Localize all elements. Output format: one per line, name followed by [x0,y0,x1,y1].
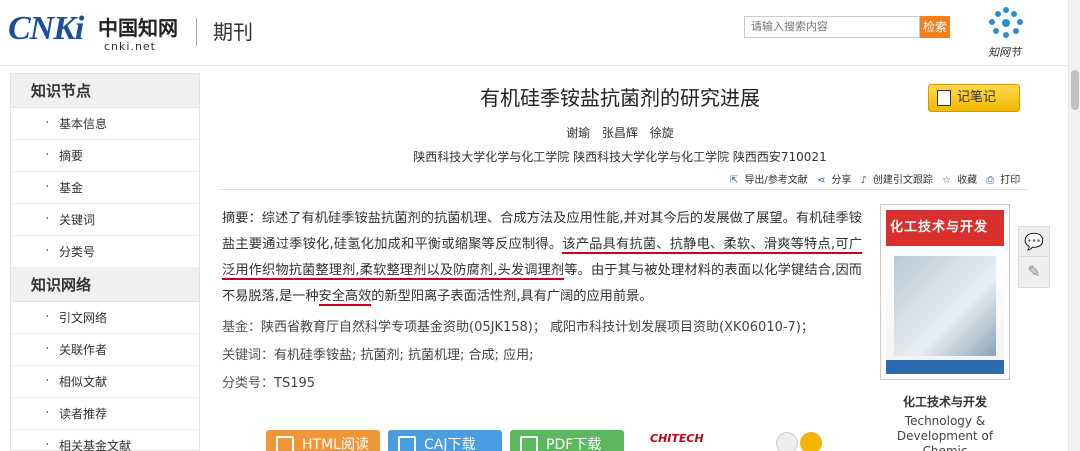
lightning-icon[interactable] [800,432,822,451]
fund-value[interactable]: 陕西省教育厅自然科学专项基金资助(05JK158)； 咸阳市科技计划发展项目资助… [261,320,814,335]
search-input[interactable] [744,16,920,38]
share-link[interactable]: 分享 [831,175,851,186]
header: CNKi 中国知网 cnki.net 期刊 检索 知网节 [0,0,1080,66]
mobile-icon[interactable] [776,432,798,451]
keywords-row: 关键词：有机硅季铵盐; 抗菌剂; 抗菌机理; 合成; 应用; [222,344,533,363]
header-divider [196,18,197,46]
sidebar-item-fund[interactable]: 基金 [11,171,199,204]
journal-name-en[interactable]: Technology & Development of Chemic [880,414,1010,451]
fund-row: 基金：陕西省教育厅自然科学专项基金资助(05JK158)； 咸阳市科技计划发展项… [222,316,814,335]
article-affiliation[interactable]: 陕西科技大学化学与化工学院 陕西科技大学化学与化工学院 陕西西安710021 [340,148,900,165]
cover-bar [886,360,1004,374]
pencil-icon[interactable]: ✎ [1018,256,1050,288]
divider [218,189,1028,190]
page-scrollbar[interactable] [1068,0,1080,451]
article-toolbar: ⇱ 导出/参考文献 ⋖ 分享 ♪ 创建引文跟踪 ☆ 收藏 ⎙ 打印 [730,171,1026,186]
sidebar-item-classification[interactable]: 分类号 [11,235,199,268]
sidebar-item-similar-papers[interactable]: 相似文献 [11,365,199,398]
caj-icon [398,436,416,451]
sidebar-item-citation-network[interactable]: 引文网络 [11,301,199,334]
sidebar-heading-knowledge-node: 知识节点 [11,74,199,108]
bell-icon: ♪ [860,175,867,186]
cover-photo [894,256,996,356]
article-authors[interactable]: 谢瑜 张昌辉 徐旋 [440,124,800,141]
logo-main-text: CNKi [8,10,84,47]
classification-label: 分类号： [222,376,275,391]
abstract-text-3: 的新型阳离子表面活性剂,具有广阔的应用前景。 [371,289,653,304]
knowledge-node-label: 知网节 [988,46,1021,59]
caj-download-button[interactable]: CAJ下载 [388,430,502,451]
section-title[interactable]: 期刊 [213,16,253,45]
journal-cover[interactable]: 化工技术与开发 [880,204,1010,380]
citation-track-link[interactable]: 创建引文跟踪 [873,175,933,186]
export-reference-link[interactable]: 导出/参考文献 [744,175,807,186]
fund-label: 基金： [222,320,262,335]
journal-name[interactable]: 化工技术与开发 [880,393,1010,410]
take-note-label: 记笔记 [957,90,997,105]
comment-icon[interactable]: 💬 [1018,226,1050,258]
classification-row: 分类号：TS195 [222,372,315,391]
export-icon: ⇱ [730,175,739,186]
take-note-button[interactable]: 记笔记 [928,84,1020,112]
article-title: 有机硅季铵盐抗菌剂的研究进展 [480,86,760,110]
scrollbar-thumb[interactable] [1071,70,1079,110]
html-read-label: HTML阅读 [302,437,369,451]
search-button[interactable]: 检索 [920,16,950,38]
sidebar-heading-knowledge-network: 知识网络 [11,268,199,302]
sidebar-item-keywords[interactable]: 关键词 [11,203,199,236]
star-icon: ☆ [942,175,952,186]
sidebar-item-related-authors[interactable]: 关联作者 [11,333,199,366]
keywords-label: 关键词： [222,348,275,363]
caj-download-label: CAJ下载 [424,437,476,451]
html-read-button[interactable]: HTML阅读 [266,430,380,451]
chitech-badge[interactable]: CHITECH [650,432,708,451]
sidebar-item-abstract[interactable]: 摘要 [11,139,199,172]
logo-cn-text: 中国知网 [98,16,178,40]
classification-value: TS195 [274,376,316,391]
sidebar-item-reader-recommend[interactable]: 读者推荐 [11,397,199,430]
cnki-logo[interactable]: CNKi 中国知网 cnki.net [8,10,178,56]
logo-sub-text: cnki.net [104,40,156,53]
sidebar-item-basic-info[interactable]: 基本信息 [11,107,199,140]
share-icon: ⋖ [816,175,826,186]
journal-cover-image: 化工技术与开发 [886,210,1004,374]
pdf-download-button[interactable]: PDF下载 [510,430,624,451]
abstract-label: 摘要： [222,211,262,226]
print-icon: ⎙ [986,175,995,186]
pdf-icon [520,436,538,451]
abstract: 摘要：综述了有机硅季铵盐抗菌剂的抗菌机理、合成方法及应用性能,并对其今后的发展做… [222,206,862,310]
notebook-icon [937,90,951,106]
abstract-highlight-2: 安全高效 [318,289,372,306]
print-link[interactable]: 打印 [1000,175,1020,186]
sidebar: 知识节点 基本信息 摘要 基金 关键词 分类号 知识网络 引文网络 关联作者 相… [10,73,200,451]
favorite-link[interactable]: 收藏 [957,175,977,186]
pdf-download-label: PDF下载 [546,437,602,451]
cover-title: 化工技术与开发 [890,220,989,235]
sidebar-item-fund-papers[interactable]: 相关基金文献 [11,429,199,451]
keywords-value[interactable]: 有机硅季铵盐; 抗菌剂; 抗菌机理; 合成; 应用; [274,348,533,363]
code-icon [276,436,294,451]
